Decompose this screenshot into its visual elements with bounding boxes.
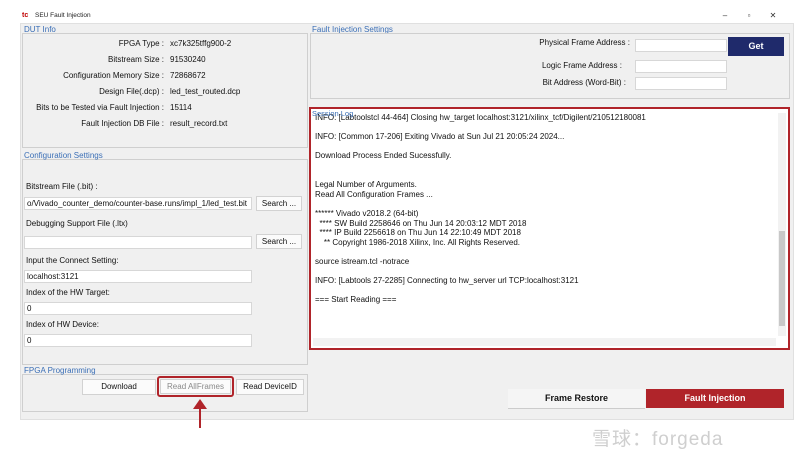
log-line: Read All Configuration Frames ...: [315, 189, 433, 199]
bits-to-test-value: 15114: [170, 103, 192, 112]
logic-frame-label: Logic Frame Address :: [541, 61, 622, 70]
physical-frame-label: Physical Frame Address :: [539, 38, 630, 47]
log-line: Legal Number of Arguments.: [315, 180, 417, 190]
log-line: **** IP Build 2256618 on Thu Jun 14 22:1…: [315, 228, 521, 238]
session-log-text: INFO: [Labtoolstcl 44-464] Closing hw_ta…: [315, 113, 774, 336]
tab-fault-injection[interactable]: Fault Injection: [646, 389, 784, 408]
logic-frame-input[interactable]: [635, 60, 727, 73]
read-all-frames-button[interactable]: Read AllFrames: [160, 379, 231, 394]
get-button[interactable]: Get: [728, 37, 784, 56]
bit-address-label: Bit Address (Word-Bit) :: [542, 78, 626, 87]
log-line: **** SW Build 2258646 on Thu Jun 14 20:0…: [315, 218, 527, 228]
read-device-id-button[interactable]: Read DeviceID: [236, 379, 304, 395]
maximize-icon[interactable]: ▫: [742, 10, 756, 22]
bitstream-size-label: Bitstream Size :: [107, 55, 164, 64]
download-button[interactable]: Download: [82, 379, 156, 395]
session-log-panel: INFO: [Labtoolstcl 44-464] Closing hw_ta…: [309, 107, 790, 350]
arrow-up-icon: [193, 399, 207, 409]
fpga-type-label: FPGA Type :: [118, 39, 164, 48]
fault-db-file-label: Fault Injection DB File :: [81, 119, 164, 128]
minimize-icon[interactable]: –: [718, 10, 732, 22]
physical-frame-input[interactable]: [635, 39, 727, 52]
hw-target-label: Index of the HW Target:: [26, 288, 110, 297]
watermark: 雪球：forgeda: [592, 429, 724, 450]
bitstream-size-value: 91530240: [170, 55, 206, 64]
config-memory-size-value: 72868672: [170, 71, 206, 80]
debug-search-button[interactable]: Search ...: [256, 234, 302, 249]
fpga-type-value: xc7k325tffg900-2: [170, 39, 232, 48]
arrow-shaft: [199, 407, 201, 428]
fpga-programming-title: FPGA Programming: [24, 366, 96, 375]
window-title: SEU Fault Injection: [35, 12, 91, 19]
config-memory-size-label: Configuration Memory Size :: [63, 71, 164, 80]
bitstream-search-button[interactable]: Search ...: [256, 196, 302, 211]
log-line: INFO: [Common 17-206] Exiting Vivado at …: [315, 132, 565, 142]
app-icon: tc: [22, 12, 29, 19]
fault-db-file-value: result_record.txt: [170, 119, 228, 128]
config-title: Configuration Settings: [24, 151, 103, 160]
debug-file-label: Debugging Support File (.ltx): [26, 219, 128, 228]
log-line: ****** Vivado v2018.2 (64-bit): [315, 208, 419, 218]
log-line: INFO: [Labtoolstcl 44-464] Closing hw_ta…: [315, 113, 646, 122]
connect-setting-input[interactable]: localhost:3121: [24, 270, 252, 283]
bitstream-file-label: Bitstream File (.bit) :: [26, 182, 98, 191]
bits-to-test-label: Bits to be Tested via Fault Injection :: [36, 103, 164, 112]
connect-setting-label: Input the Connect Setting:: [26, 256, 119, 265]
log-line: ** Copyright 1986-2018 Xilinx, Inc. All …: [315, 237, 520, 247]
log-line: === Start Reading ===: [315, 295, 397, 305]
debug-file-input[interactable]: [24, 236, 252, 249]
bit-address-input[interactable]: [635, 77, 727, 90]
design-file-label: Design File(.dcp) :: [99, 87, 164, 96]
log-line: source istream.tcl -notrace: [315, 256, 410, 266]
log-line: Download Process Ended Sucessfully.: [315, 151, 452, 161]
tab-frame-restore[interactable]: Frame Restore: [508, 389, 645, 409]
hw-device-label: Index of HW Device:: [26, 320, 99, 329]
hw-device-input[interactable]: 0: [24, 334, 252, 347]
log-horizontal-scrollbar[interactable]: [313, 338, 776, 346]
hw-target-input[interactable]: 0: [24, 302, 252, 315]
log-vertical-scrollbar[interactable]: [778, 113, 786, 336]
dut-info-title: DUT Info: [24, 25, 56, 34]
design-file-value: led_test_routed.dcp: [170, 87, 241, 96]
log-scroll-thumb[interactable]: [779, 231, 785, 326]
bitstream-file-input[interactable]: o/Vivado_counter_demo/counter-base.runs/…: [24, 197, 252, 210]
log-line: INFO: [Labtools 27-2285] Connecting to h…: [315, 276, 579, 286]
session-log-title: Session Log: [312, 109, 354, 118]
close-icon[interactable]: ✕: [766, 10, 780, 22]
